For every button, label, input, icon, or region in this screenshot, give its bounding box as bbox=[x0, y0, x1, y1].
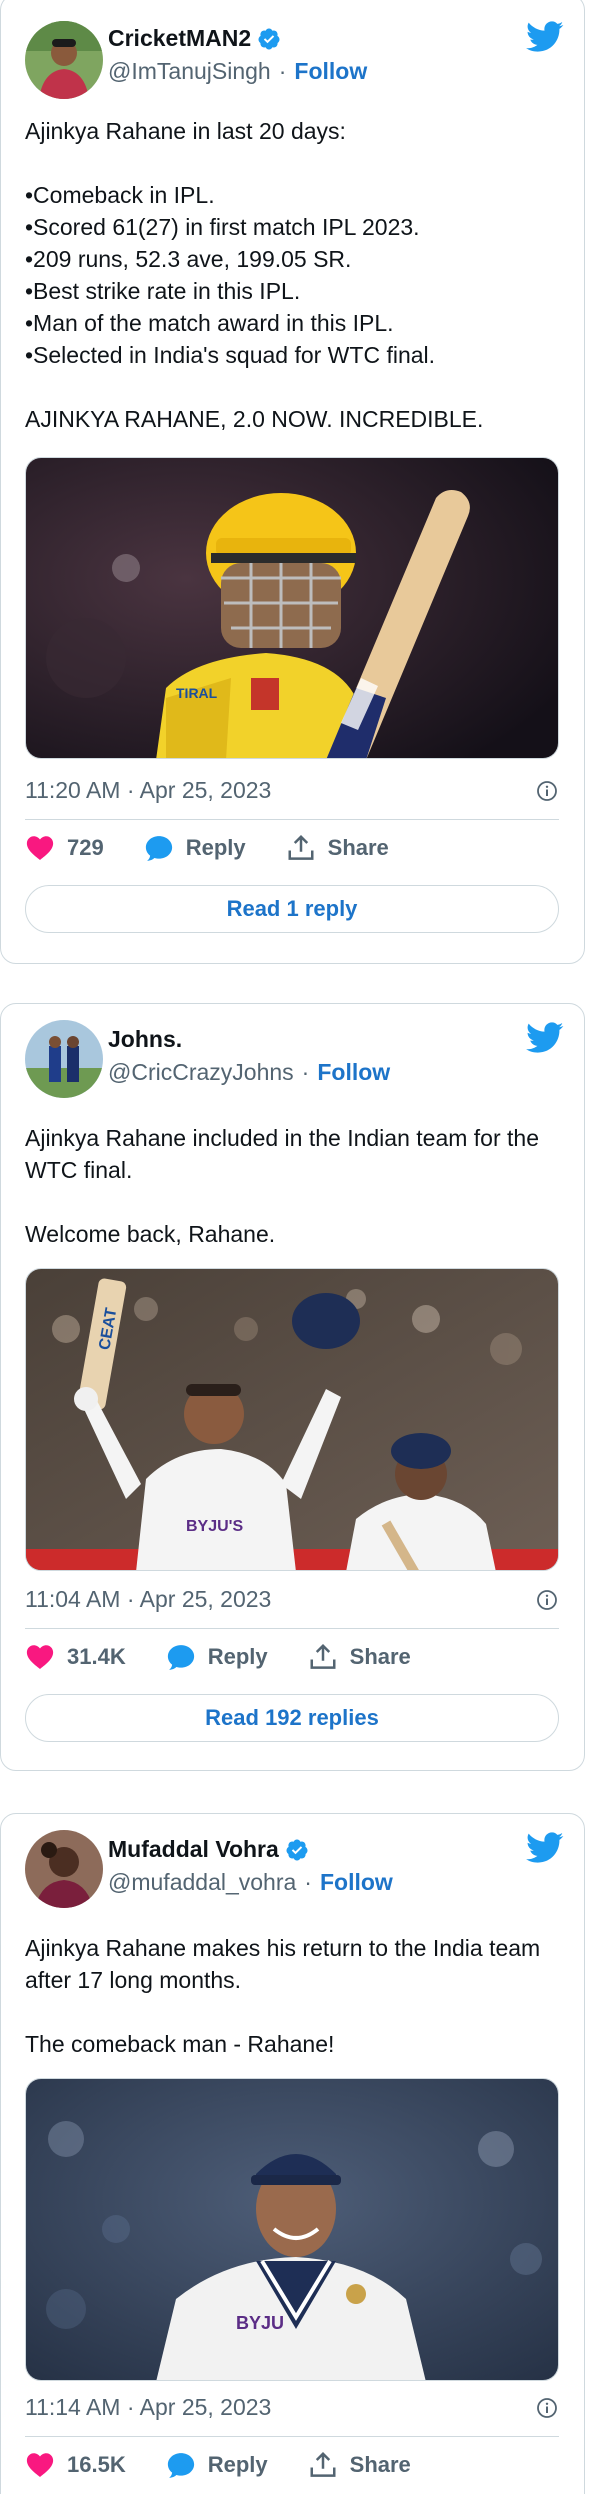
author-name[interactable]: CricketMAN2 bbox=[108, 25, 251, 52]
reply-button[interactable]: Reply bbox=[166, 1642, 268, 1672]
tweet-text: Ajinkya Rahane in last 20 days: •Comebac… bbox=[25, 118, 484, 432]
tweet-card: CricketMAN2 @ImTanujSingh · Follow Ajink… bbox=[0, 0, 585, 964]
like-button[interactable]: 729 bbox=[25, 833, 104, 863]
read-replies-button[interactable]: Read 192 replies bbox=[25, 1694, 559, 1742]
jersey-sponsor-text: TIRAL bbox=[176, 685, 218, 701]
share-button[interactable]: Share bbox=[308, 1642, 411, 1672]
reply-label: Reply bbox=[207, 1644, 268, 1669]
reply-bubble-icon bbox=[144, 833, 174, 863]
like-button[interactable]: 31.4K bbox=[25, 1642, 126, 1672]
author-name[interactable]: Johns. bbox=[108, 1026, 182, 1053]
share-label: Share bbox=[327, 835, 389, 860]
tweet-timestamp[interactable]: 11:04 AM · Apr 25, 2023 bbox=[25, 1586, 271, 1613]
share-button[interactable]: Share bbox=[286, 833, 389, 863]
twitter-bird-icon[interactable] bbox=[526, 1832, 564, 1864]
follow-button[interactable]: Follow bbox=[294, 58, 367, 85]
player-photo: TIRAL bbox=[26, 458, 558, 758]
divider bbox=[25, 2436, 559, 2437]
share-icon bbox=[308, 1642, 338, 1672]
share-icon bbox=[308, 2450, 338, 2480]
heart-icon bbox=[25, 2450, 55, 2480]
info-icon[interactable] bbox=[535, 2396, 559, 2420]
author-handle[interactable]: @mufaddal_vohra bbox=[108, 1869, 296, 1896]
like-count: 16.5K bbox=[67, 2452, 126, 2477]
share-icon bbox=[286, 833, 316, 863]
reply-bubble-icon bbox=[166, 2450, 196, 2480]
heart-icon bbox=[25, 1642, 55, 1672]
tweet-text: Ajinkya Rahane included in the Indian te… bbox=[25, 1125, 539, 1247]
read-replies-button[interactable]: Read 1 reply bbox=[25, 885, 559, 933]
player-photo: CEAT BYJU'S bbox=[26, 1269, 558, 1570]
twitter-bird-icon[interactable] bbox=[526, 1022, 564, 1054]
avatar[interactable] bbox=[25, 1830, 103, 1908]
tweet-media[interactable]: BYJU bbox=[25, 2078, 559, 2381]
like-count: 729 bbox=[67, 835, 104, 860]
reply-button[interactable]: Reply bbox=[144, 833, 246, 863]
player-photo: BYJU bbox=[26, 2079, 558, 2380]
reply-label: Reply bbox=[207, 2452, 268, 2477]
tweet-media[interactable]: TIRAL bbox=[25, 457, 559, 759]
tweet-timestamp[interactable]: 11:14 AM · Apr 25, 2023 bbox=[25, 2394, 271, 2421]
separator: · bbox=[301, 1059, 310, 1085]
share-button[interactable]: Share bbox=[308, 2450, 411, 2480]
follow-button[interactable]: Follow bbox=[320, 1869, 393, 1896]
reply-button[interactable]: Reply bbox=[166, 2450, 268, 2480]
share-label: Share bbox=[349, 2452, 411, 2477]
info-icon[interactable] bbox=[535, 1588, 559, 1612]
like-count: 31.4K bbox=[67, 1644, 126, 1669]
divider bbox=[25, 819, 559, 820]
tweet-text: Ajinkya Rahane makes his return to the I… bbox=[25, 1935, 541, 2057]
author-name[interactable]: Mufaddal Vohra bbox=[108, 1836, 279, 1863]
info-icon[interactable] bbox=[535, 779, 559, 803]
tweet-timestamp[interactable]: 11:20 AM · Apr 25, 2023 bbox=[25, 777, 271, 804]
reply-label: Reply bbox=[185, 835, 246, 860]
avatar[interactable] bbox=[25, 1020, 103, 1098]
jersey-sponsor-text: BYJU bbox=[236, 2313, 284, 2333]
jersey-sponsor-text: BYJU'S bbox=[186, 1518, 243, 1535]
author-handle[interactable]: @ImTanujSingh bbox=[108, 58, 271, 85]
twitter-bird-icon[interactable] bbox=[526, 21, 564, 53]
reply-bubble-icon bbox=[166, 1642, 196, 1672]
verified-badge-icon bbox=[285, 1838, 309, 1862]
share-label: Share bbox=[349, 1644, 411, 1669]
verified-badge-icon bbox=[257, 27, 281, 51]
separator: · bbox=[304, 1869, 312, 1895]
divider bbox=[25, 1628, 559, 1629]
separator: · bbox=[278, 58, 287, 84]
avatar[interactable] bbox=[25, 21, 103, 99]
follow-button[interactable]: Follow bbox=[317, 1059, 390, 1086]
author-handle[interactable]: @CricCrazyJohns bbox=[108, 1059, 294, 1086]
tweet-card: Johns. @CricCrazyJohns · Follow Ajinkya … bbox=[0, 1003, 585, 1771]
tweet-media[interactable]: CEAT BYJU'S bbox=[25, 1268, 559, 1571]
tweet-card: Mufaddal Vohra @mufaddal_vohra · Follow … bbox=[0, 1813, 585, 2494]
like-button[interactable]: 16.5K bbox=[25, 2450, 126, 2480]
heart-icon bbox=[25, 833, 55, 863]
